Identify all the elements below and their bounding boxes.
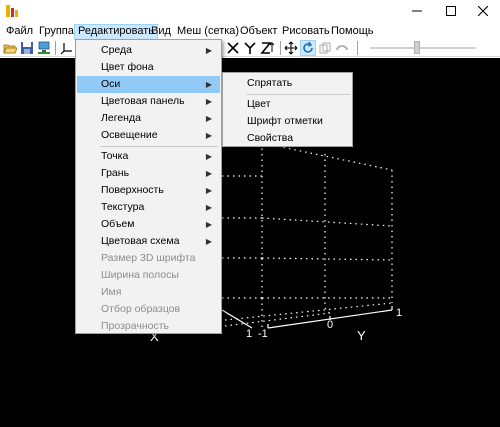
grid-line — [224, 312, 331, 327]
menu-separator — [247, 94, 350, 95]
menu-separator — [100, 146, 218, 147]
maximize-icon — [446, 6, 456, 16]
menu-item-point[interactable]: Точка ▶ — [77, 148, 220, 165]
toolbar-separator — [55, 41, 56, 55]
network-icon[interactable] — [37, 41, 51, 55]
menu-item-legend[interactable]: Легенда ▶ — [77, 110, 220, 127]
y-axis-label: Y — [357, 328, 366, 343]
submenu-item-hide[interactable]: Спрятать — [224, 75, 351, 92]
save-icon[interactable] — [20, 41, 34, 55]
menu-item-axes[interactable]: Оси ▶ — [77, 76, 220, 93]
axes-x-icon[interactable] — [226, 41, 240, 55]
y-tick-label: 1 — [396, 307, 402, 319]
move-icon[interactable] — [284, 41, 298, 55]
x-axis-line — [221, 309, 253, 329]
toolbar-separator — [357, 41, 358, 55]
menu-item-environment[interactable]: Среда ▶ — [77, 42, 220, 59]
menu-edit[interactable]: Редактировать — [74, 24, 158, 40]
x-tick-label: 1 — [246, 328, 252, 340]
maximize-button[interactable] — [434, 0, 468, 22]
menu-item-volume[interactable]: Объем ▶ — [77, 216, 220, 233]
menu-item-texture[interactable]: Текстура ▶ — [77, 199, 220, 216]
close-button[interactable] — [466, 0, 500, 22]
menu-item-band-width: Ширина полосы — [101, 269, 179, 281]
submenu-arrow-icon: ▶ — [205, 114, 212, 123]
menu-item-lighting[interactable]: Освещение ▶ — [77, 127, 220, 144]
undo-icon[interactable] — [335, 41, 349, 55]
submenu-arrow-icon: ▶ — [205, 220, 212, 229]
minimize-button[interactable] — [400, 0, 434, 22]
menu-view[interactable]: Вид — [148, 24, 174, 40]
menu-item-color-scheme[interactable]: Цветовая схема ▶ — [77, 233, 220, 250]
title-bar — [0, 0, 500, 22]
submenu-arrow-icon: ▶ — [205, 80, 212, 89]
app-logo-icon — [5, 4, 19, 18]
submenu-arrow-icon: ▶ — [205, 169, 212, 178]
menu-item-face[interactable]: Грань ▶ — [77, 165, 220, 182]
zoom-slider-thumb[interactable] — [414, 41, 420, 54]
grid-line — [224, 302, 393, 321]
submenu-item-properties[interactable]: Свойства — [224, 130, 351, 147]
submenu-arrow-icon: ▶ — [205, 203, 212, 212]
menu-group[interactable]: Группа — [36, 24, 77, 40]
copy-icon[interactable] — [318, 41, 332, 55]
y-tick-label: -1 — [258, 328, 268, 340]
grid-line — [261, 257, 393, 261]
menu-item-transparency: Прозрачность — [101, 320, 170, 332]
zoom-slider-track[interactable] — [370, 47, 476, 49]
submenu-arrow-icon: ▶ — [205, 97, 212, 106]
open-folder-icon[interactable] — [3, 41, 18, 55]
rotate-icon[interactable] — [300, 40, 316, 56]
menu-item-sampling: Отбор образцов — [101, 303, 181, 315]
y-tick-label: 0 — [327, 319, 333, 331]
axes-icon[interactable] — [60, 41, 74, 55]
axes-submenu: Спрятать Цвет Шрифт отметки Свойства — [222, 72, 353, 147]
close-icon — [478, 6, 488, 16]
menu-bar: Файл Группа Редактировать Вид Меш (сетка… — [0, 22, 500, 40]
submenu-arrow-icon: ▶ — [205, 131, 212, 140]
menu-help[interactable]: Помощь — [328, 24, 377, 40]
submenu-item-tick-font[interactable]: Шрифт отметки — [224, 113, 351, 130]
submenu-arrow-icon: ▶ — [205, 186, 212, 195]
menu-mesh[interactable]: Меш (сетка) — [174, 24, 242, 40]
edit-menu-dropdown: Среда ▶ Цвет фона Оси ▶ Цветовая панель ▶ Л… — [75, 39, 222, 334]
submenu-item-color[interactable]: Цвет — [224, 96, 351, 113]
menu-file[interactable]: Файл — [3, 24, 36, 40]
grid-line — [261, 142, 393, 171]
grid-line — [261, 217, 393, 227]
menu-item-colorbar[interactable]: Цветовая панель ▶ — [77, 93, 220, 110]
menu-item-3d-font-size: Размер 3D шрифта — [101, 252, 196, 264]
menu-draw[interactable]: Рисовать — [279, 24, 333, 40]
menu-item-name: Имя — [101, 286, 122, 298]
minimize-icon — [412, 10, 422, 12]
axes-y-icon[interactable] — [243, 41, 257, 55]
menu-item-background-color[interactable]: Цвет фона — [77, 59, 220, 76]
menu-item-surface[interactable]: Поверхность ▶ — [77, 182, 220, 199]
toolbar-separator — [280, 41, 281, 55]
submenu-arrow-icon: ▶ — [205, 237, 212, 246]
submenu-arrow-icon: ▶ — [205, 46, 212, 55]
axes-z-icon[interactable] — [260, 41, 275, 55]
menu-object[interactable]: Объект — [237, 24, 280, 40]
submenu-arrow-icon: ▶ — [205, 152, 212, 161]
